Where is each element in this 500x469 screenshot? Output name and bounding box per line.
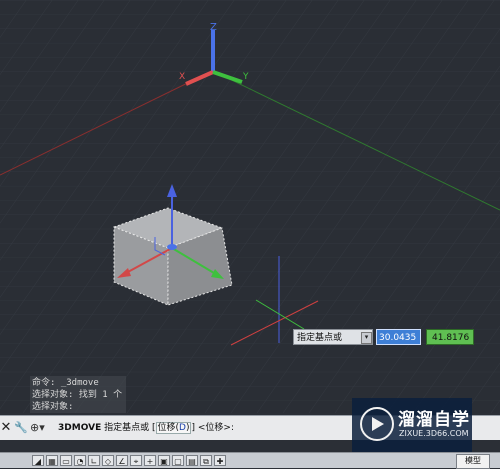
3d-osnap-icon[interactable]: ◇ [102,455,114,466]
watermark-title: 溜溜自学 [398,410,470,430]
annotation-monitor-icon[interactable]: ✚ [214,455,226,466]
move-command-icon[interactable]: ⊕▾ [30,421,50,435]
drawing-viewport[interactable]: Z X Y 指定基点或 ▾ 30.0435 41.8176 命令: _3dmov… [0,0,500,413]
dynamic-input-y-field[interactable]: 41.8176 [426,329,474,345]
command-name: 3DMOVE [58,423,102,433]
dynamic-input-x-field[interactable]: 30.0435 [376,329,421,345]
gizmo-origin[interactable] [167,244,177,250]
history-line: 命令: _3dmove [32,378,99,388]
grid-icon[interactable]: ▦ [46,455,58,466]
snap-icon[interactable]: ◢ [32,455,44,466]
dropdown-arrow-icon[interactable]: ▾ [361,332,372,344]
ucs-z-label: Z [210,22,217,33]
watermark-logo: 溜溜自学 ZIXUE.3D66.COM [352,398,472,452]
command-prompt-text: 指定基点或 [104,423,150,433]
option-displacement-label: 位移( [157,423,180,433]
selection-cycling-icon[interactable]: ⧉ [200,455,212,466]
wrench-icon[interactable]: 🔧 [14,420,28,436]
ortho-icon[interactable]: ▭ [60,455,72,466]
option-close-bracket: ] [191,423,195,433]
watermark-url: ZIXUE.3D66.COM [399,429,469,438]
command-prompt[interactable]: 3DMOVE 指定基点或 [位移(D)] <位移>: [58,421,234,435]
option-displacement[interactable]: 位移(D) [155,422,192,434]
ucs-x-label: X [179,72,185,82]
osnap-icon[interactable]: ∟ [88,455,100,466]
polar-icon[interactable]: ◔ [74,455,86,466]
default-option: <位移>: [197,423,234,433]
option-displacement-key: D [179,423,186,433]
option-displacement-paren: ) [185,423,190,433]
command-history: 命令: _3dmove 选择对象: 找到 1 个 选择对象: [30,376,127,413]
grid [0,0,500,413]
close-icon[interactable]: ✕ [0,420,12,436]
viewport-canvas[interactable]: Z X Y [0,0,500,413]
quick-properties-icon[interactable]: ▤ [186,455,198,466]
history-line: 选择对象: [32,402,74,412]
ucs-y-label: Y [242,72,249,82]
dyn-icon[interactable]: + [144,455,156,466]
option-open-bracket: [ [151,423,156,433]
ducs-icon[interactable]: ⌖ [130,455,142,466]
otrack-icon[interactable]: ∠ [116,455,128,466]
status-bar: ◢ ▦ ▭ ◔ ∟ ◇ ∠ ⌖ + ▣ ▢ ▤ ⧉ ✚ 模型 [0,452,500,469]
transparency-icon[interactable]: ▢ [172,455,184,466]
lineweight-icon[interactable]: ▣ [158,455,170,466]
history-line: 选择对象: 找到 1 个 [32,390,123,400]
